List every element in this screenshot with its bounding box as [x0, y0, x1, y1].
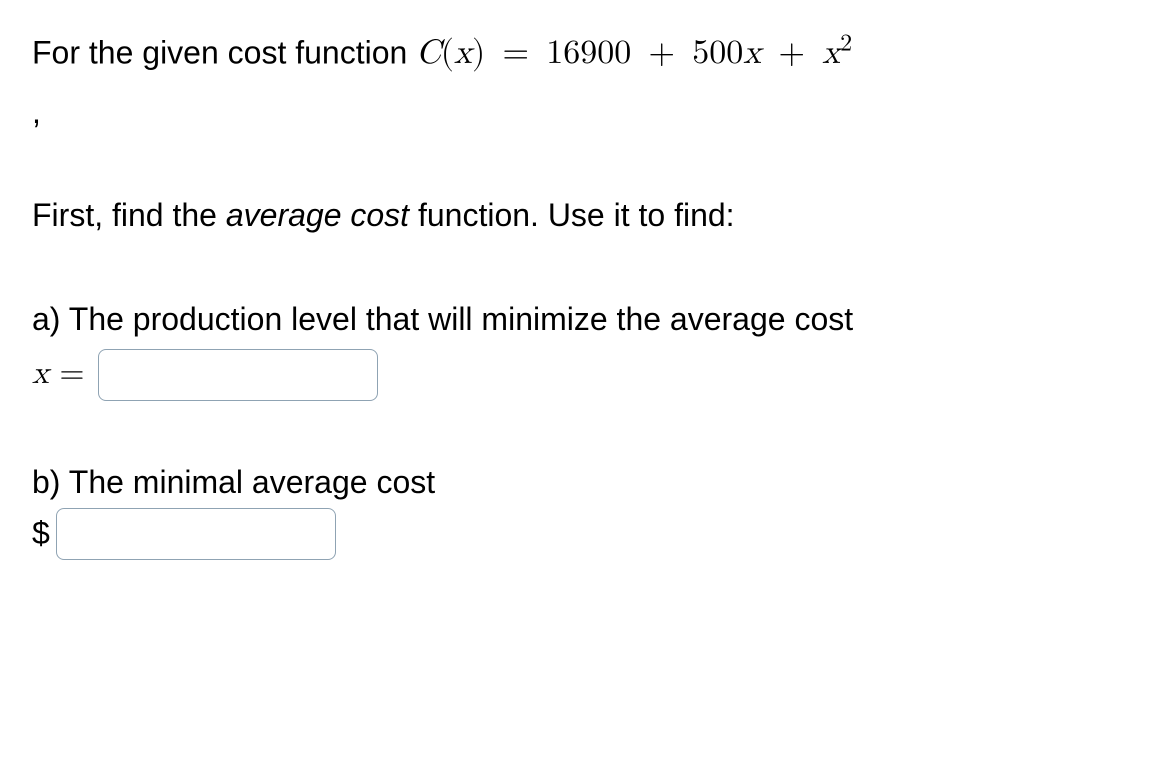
- instruction-post: function. Use it to find:: [409, 197, 735, 233]
- constant-term: 16900: [546, 36, 631, 70]
- part-a-prompt: a) The production level that will minimi…: [32, 298, 1138, 341]
- instruction-text: First, find the average cost function. U…: [32, 194, 1138, 237]
- dollar-sign: $: [32, 512, 50, 555]
- x-equals-label: x =: [32, 353, 84, 396]
- plus-2: +: [761, 36, 822, 70]
- part-b-input-row: $: [32, 508, 1138, 560]
- part-b-prompt: b) The minimal average cost: [32, 461, 1138, 504]
- variable-x-1: x: [454, 36, 472, 70]
- variable-x-3: x: [822, 36, 840, 70]
- paren-open: (: [441, 36, 454, 70]
- label-x-eq: =: [49, 358, 85, 390]
- label-x-var: x: [32, 358, 49, 390]
- intro-prefix: For the given cost function: [32, 34, 416, 70]
- paren-close: ): [472, 36, 485, 70]
- function-letter: C: [416, 36, 441, 70]
- equals-sign: =: [485, 36, 546, 70]
- problem-intro: For the given cost function C(x) = 16900…: [32, 28, 1138, 77]
- instruction-pre: First, find the: [32, 197, 226, 233]
- trailing-comma: ,: [32, 91, 1138, 134]
- coef-500: 500: [692, 36, 743, 70]
- exponent-2: 2: [840, 32, 852, 56]
- part-b-answer-input[interactable]: [56, 508, 336, 560]
- part-a-answer-input[interactable]: [98, 349, 378, 401]
- plus-1: +: [631, 36, 692, 70]
- instruction-emph: average cost: [226, 197, 409, 233]
- part-a-input-row: x =: [32, 349, 1138, 401]
- cost-function-formula: C(x) = 16900 + 500x + x2: [416, 36, 852, 70]
- variable-x-2: x: [743, 36, 761, 70]
